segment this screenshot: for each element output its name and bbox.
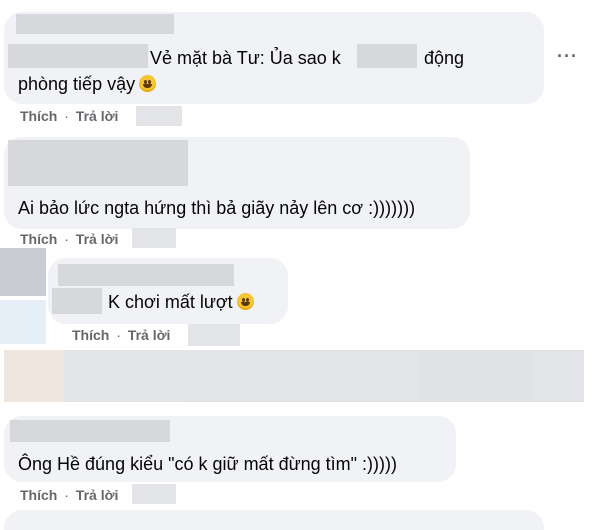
redacted-mention (8, 44, 148, 68)
separator: · (60, 231, 73, 247)
comment-text-4: Ông Hề đúng kiểu "có k giữ mất đừng tìm"… (18, 454, 398, 474)
comment-actions-4: Thích · Trả lời (20, 487, 118, 503)
reply-link[interactable]: Trả lời (76, 487, 119, 503)
redacted-timestamp (132, 228, 176, 248)
reply-link[interactable]: Trả lời (128, 327, 171, 343)
comment-actions-2: Thích · Trả lời (20, 231, 118, 247)
comment-text-1: Vẻ mặt bà Tư: Ủa sao k (150, 46, 341, 70)
like-link[interactable]: Thích (20, 231, 57, 247)
avatar (0, 300, 46, 344)
like-link[interactable]: Thích (20, 108, 57, 124)
separator: · (60, 487, 73, 503)
redacted-author-name (58, 264, 234, 286)
redacted-author-name (10, 420, 170, 442)
redacted-author-name (16, 14, 174, 34)
reply-link[interactable]: Trả lời (76, 231, 119, 247)
redacted-timestamp (188, 324, 240, 346)
like-link[interactable]: Thích (20, 487, 57, 503)
comment-text-part: K chơi mất lượt (108, 292, 233, 312)
smiling-face-icon (139, 75, 157, 92)
redacted-word (357, 44, 417, 68)
comment-text-cont: động (424, 46, 464, 70)
avatar (0, 248, 46, 296)
separator: · (60, 108, 73, 124)
comment-text-2: Ai bảo lức ngta hứng thì bả giãy nảy lên… (18, 198, 416, 218)
like-link[interactable]: Thích (72, 327, 109, 343)
redacted-content-block (4, 350, 64, 402)
redacted-content-block (420, 350, 530, 402)
redacted-author-name (8, 140, 188, 186)
comment-text-3: K chơi mất lượt (108, 290, 254, 314)
comment-bubble-5 (4, 510, 544, 530)
separator: · (112, 327, 125, 343)
comment-actions-3: Thích · Trả lời (72, 327, 170, 343)
smiling-face-icon (236, 293, 254, 310)
redacted-content-block (64, 350, 184, 402)
redacted-timestamp (132, 484, 176, 504)
comment-actions-1: Thích · Trả lời (20, 108, 118, 124)
redacted-timestamp (136, 106, 182, 126)
redacted-mention (52, 288, 102, 314)
comment-text-line2: phòng tiếp vậy (18, 72, 157, 96)
more-options-icon[interactable]: ··· (557, 46, 578, 67)
reply-link[interactable]: Trả lời (76, 108, 119, 124)
comment-text-part: Vẻ mặt bà Tư: Ủa sao k (150, 48, 341, 68)
comment-text-part: động (424, 48, 465, 68)
comment-text-part: phòng tiếp vậy (18, 74, 136, 94)
